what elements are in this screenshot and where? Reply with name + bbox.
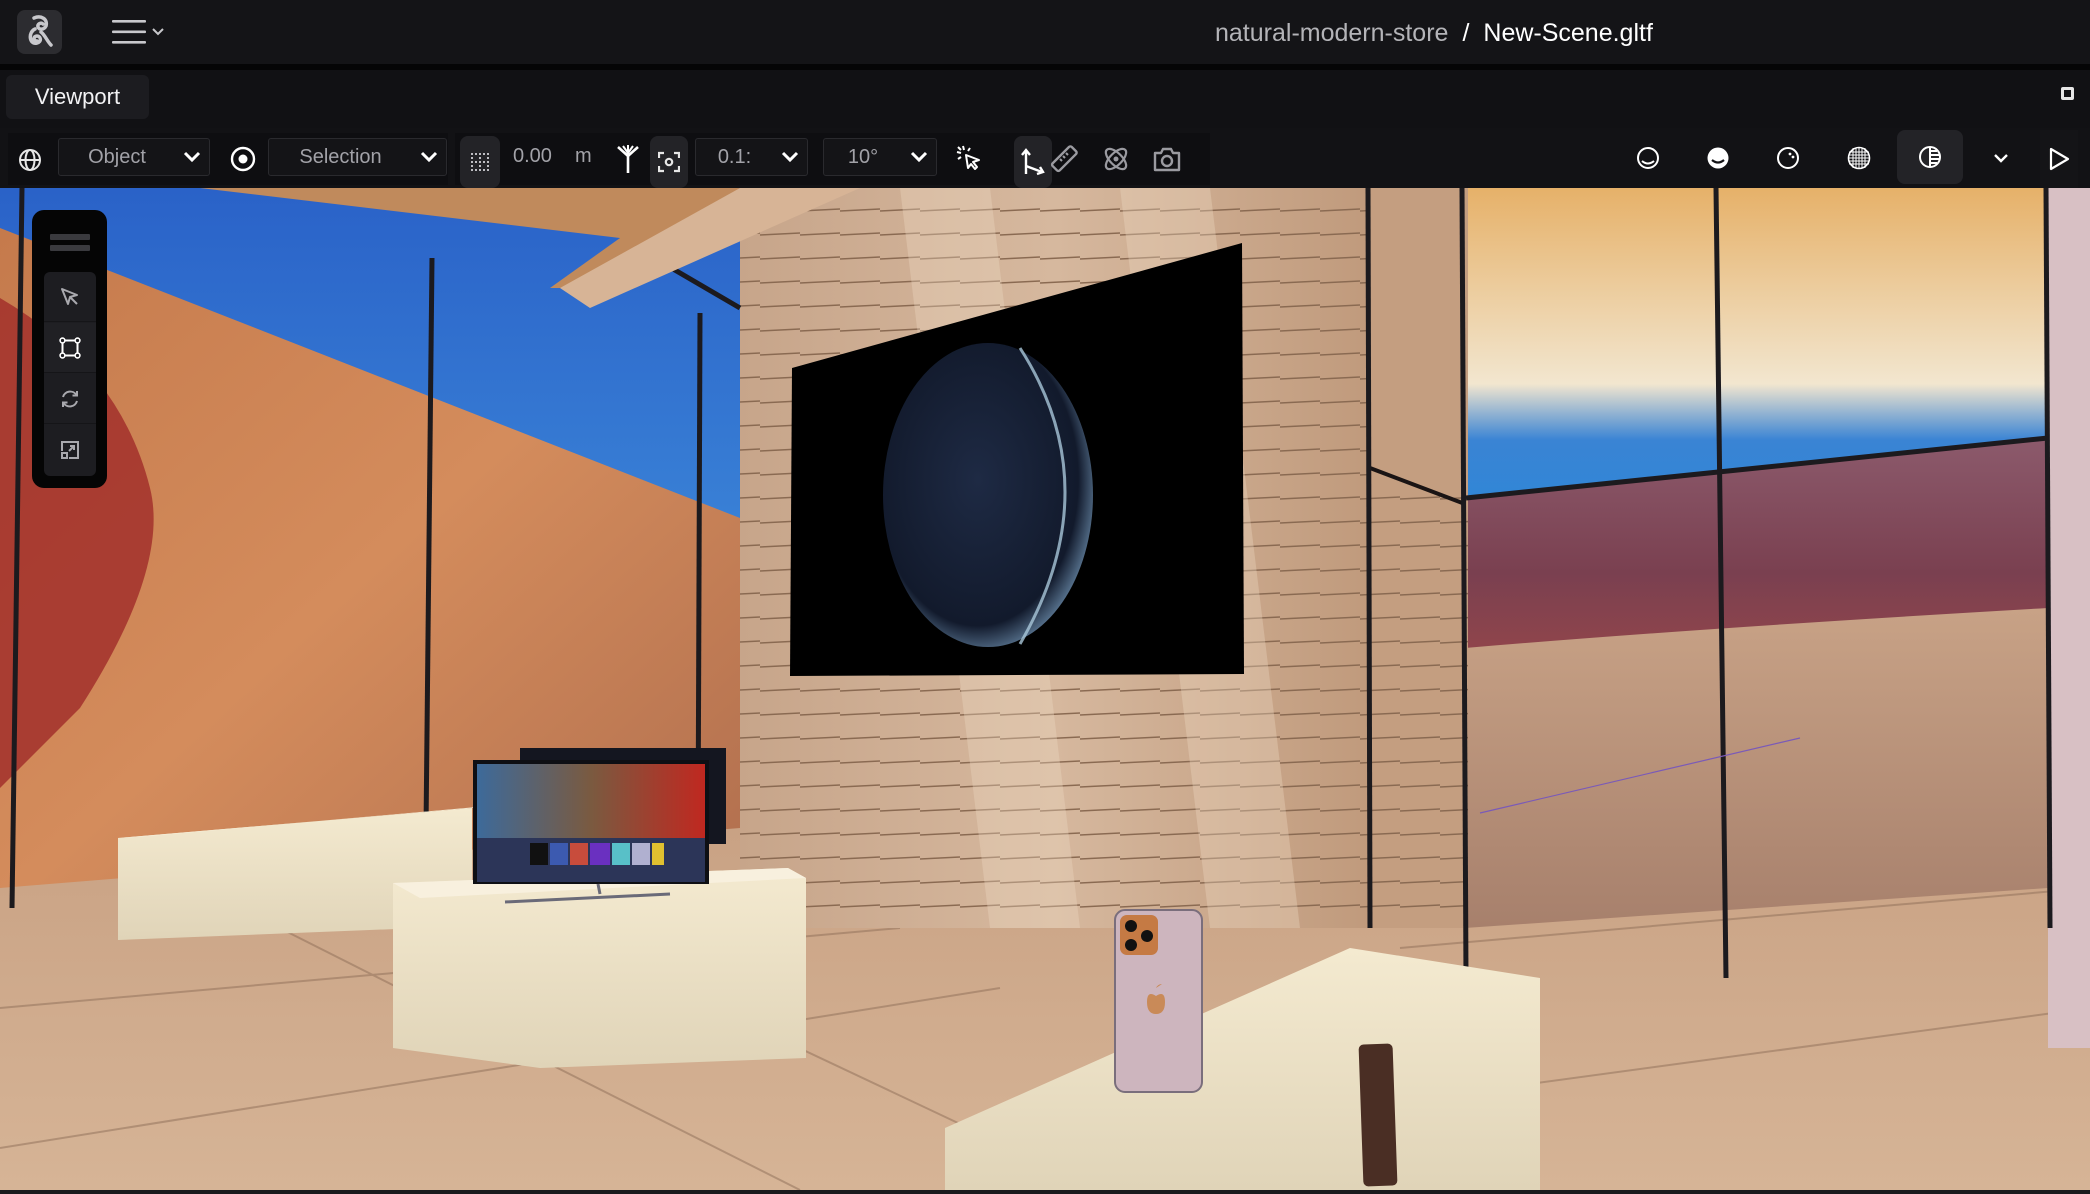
- top-bar: natural-modern-store / New-Scene.gltf: [0, 0, 2090, 64]
- ruler-icon[interactable]: [1048, 143, 1080, 175]
- grid-snap-value[interactable]: 0.00: [513, 145, 552, 168]
- main-menu-button[interactable]: [112, 16, 176, 48]
- breadcrumb-project[interactable]: natural-modern-store: [1215, 19, 1448, 48]
- chevron-down-icon: [1994, 154, 2008, 163]
- rotate-snap-value: 10°: [847, 145, 879, 168]
- translate-snap-value: 0.1:: [717, 145, 752, 168]
- physics-atom-icon[interactable]: [1100, 143, 1132, 175]
- rendered-shading-button[interactable]: [1897, 130, 1963, 184]
- solid-shading-icon[interactable]: [1704, 144, 1732, 172]
- chevron-down-icon: [152, 28, 164, 36]
- rendered-shading-icon: [1919, 146, 1941, 168]
- maximize-icon: [2061, 87, 2074, 100]
- smartphone-side: [1358, 1043, 1398, 1187]
- pivot-mode-value: Selection: [299, 145, 382, 168]
- earth-globe: [883, 343, 1093, 647]
- translate-snap-dropdown[interactable]: 0.1:: [695, 138, 808, 176]
- breadcrumb-file[interactable]: New-Scene.gltf: [1483, 19, 1653, 48]
- globe-icon[interactable]: [16, 146, 44, 174]
- bounding-box-icon: [59, 336, 81, 359]
- rotate-snap-dropdown[interactable]: 10°: [823, 138, 937, 176]
- grid-snap-icon: [471, 153, 489, 171]
- tv-app-tiles: [530, 843, 664, 865]
- maximize-panel-button[interactable]: [2058, 84, 2078, 104]
- pivot-target-icon[interactable]: [228, 144, 258, 174]
- focus-frame-icon: [658, 151, 680, 173]
- right-pink-panel: [2048, 188, 2090, 1048]
- screenshot-camera-icon[interactable]: [1151, 143, 1183, 175]
- scale-tool-button[interactable]: [44, 425, 96, 475]
- play-icon: [2049, 147, 2070, 171]
- wireframe-shading-icon[interactable]: [1634, 144, 1662, 172]
- cursor-arrow-icon: [61, 287, 78, 305]
- chevron-down-icon: [902, 151, 936, 163]
- tv-screen: [477, 764, 705, 838]
- dunes-right: [1465, 608, 2048, 928]
- pivot-mode-dropdown[interactable]: Selection: [268, 138, 447, 176]
- local-axes-icon: [1021, 148, 1045, 176]
- click-select-icon[interactable]: [955, 143, 983, 173]
- panel-tab-bar: Viewport: [0, 70, 2090, 128]
- viewport-bottom-edge: [0, 1190, 2090, 1194]
- chevron-down-icon: [773, 151, 807, 163]
- transform-space-dropdown[interactable]: Object: [58, 138, 210, 176]
- chevron-down-icon: [175, 151, 209, 163]
- hamburger-menu-icon: [112, 20, 146, 44]
- play-button[interactable]: [2040, 130, 2078, 188]
- scale-arrow-icon: [61, 441, 79, 459]
- app-logo-icon[interactable]: [17, 10, 62, 54]
- grid-snap-unit: m: [575, 145, 592, 167]
- chevron-down-icon: [412, 151, 446, 163]
- 3d-viewport-canvas[interactable]: [0, 188, 2090, 1190]
- local-axes-button[interactable]: [1014, 136, 1052, 188]
- rotate-tool-button[interactable]: [44, 374, 96, 424]
- breadcrumb-separator: /: [1462, 18, 1470, 47]
- rotate-arrows-icon: [62, 390, 78, 407]
- globe-grid-shading-icon[interactable]: [1845, 144, 1873, 172]
- select-tool-button[interactable]: [44, 272, 96, 322]
- viewport-toolbar: Object Selection 0.00 m 0.1: 10°: [0, 128, 2090, 188]
- shading-options-chevron[interactable]: [1990, 148, 2012, 168]
- tool-column: [44, 272, 96, 476]
- tab-viewport[interactable]: Viewport: [6, 75, 149, 119]
- snap-antenna-icon[interactable]: [614, 142, 642, 176]
- transform-tool-palette: [32, 210, 107, 488]
- transform-tool-button[interactable]: [44, 323, 96, 373]
- breadcrumb: natural-modern-store / New-Scene.gltf: [1215, 16, 1653, 50]
- focus-frame-button[interactable]: [650, 136, 688, 188]
- grid-snap-toggle[interactable]: [460, 136, 500, 188]
- transform-space-value: Object: [88, 145, 146, 168]
- material-shading-icon[interactable]: [1774, 144, 1802, 172]
- drag-handle-icon[interactable]: [50, 234, 90, 254]
